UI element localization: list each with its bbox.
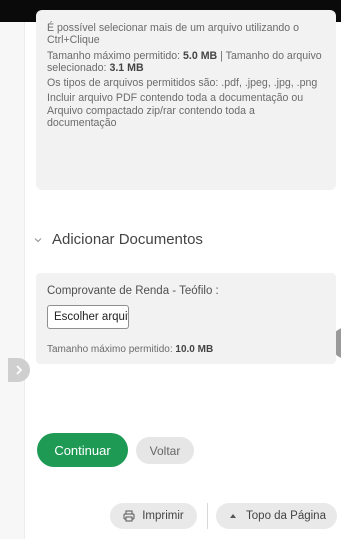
allowed-types-note: Os tipos de arquivos permitidos são: .pd… [47,77,318,90]
continue-button[interactable]: Continuar [37,433,128,467]
upload-size-hint: Tamanho máximo permitido: 10.0 MB [47,344,214,355]
multi-select-note: É possível selecionar mais de um arquivo… [47,22,300,47]
footer-divider [207,503,208,529]
choose-file-button[interactable]: Escolher arquivo [47,305,129,329]
upload-card: Comprovante de Renda - Teófilo : Escolhe… [36,273,336,364]
include-note: Incluir arquivo PDF contendo toda a docu… [47,92,304,130]
section-title: Adicionar Documentos [52,231,203,248]
printer-icon [123,510,135,522]
chevron-right-icon [16,365,23,375]
back-to-top-button[interactable]: Topo da Página [216,503,337,529]
upload-label: Comprovante de Renda - Teófilo : [47,285,219,297]
chevron-down-icon [34,237,42,242]
print-button[interactable]: Imprimir [110,503,197,529]
left-rail-divider [24,22,25,539]
back-button[interactable]: Voltar [136,437,194,464]
section-header[interactable]: Adicionar Documentos [34,231,203,248]
left-rail [0,22,24,539]
upload-info-panel: É possível selecionar mais de um arquivo… [36,10,336,190]
sidebar-toggle[interactable] [8,358,30,382]
size-note: Tamanho máximo permitido: 5.0 MB | Taman… [47,49,322,74]
caret-up-icon [230,514,237,518]
